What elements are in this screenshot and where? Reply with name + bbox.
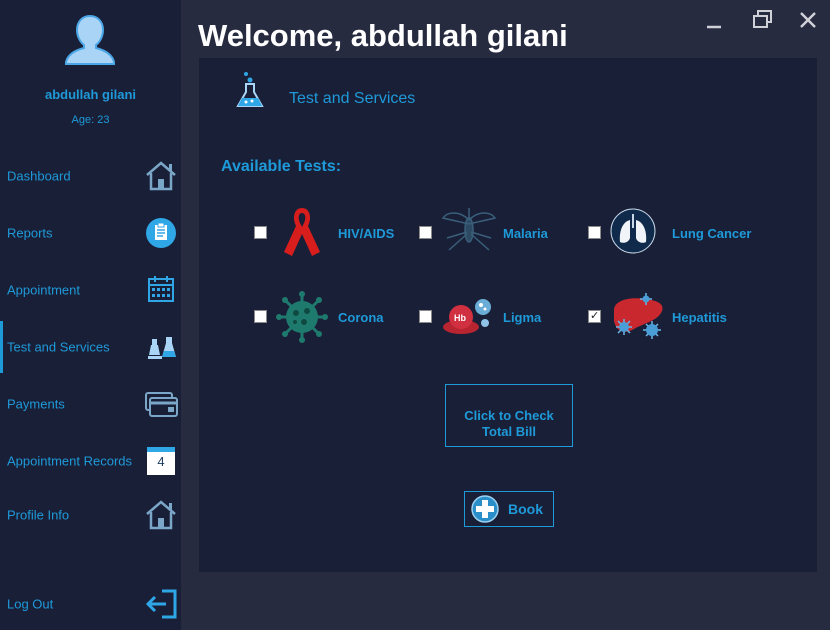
sidebar-item-label: Appointment Records [7,453,133,469]
lab-flask-icon [148,337,176,359]
clipboard-icon [146,218,176,248]
calendar-icon [148,276,174,302]
sidebar-item-label: Dashboard [7,168,71,184]
sidebar-item-label: Test and Services [7,339,110,355]
minimize-icon[interactable] [700,6,728,34]
test-name-hiv: HIV/AIDS [338,226,395,241]
lab-flask-icon [236,72,264,107]
sidebar-item-reports[interactable]: Reports [0,207,181,259]
sidebar-item-profile-info[interactable]: Profile Info [0,489,181,541]
checkbox-malaria[interactable] [419,226,432,239]
calendar-page-number: 4 [157,454,165,469]
section-title: Test and Services [289,90,416,107]
home-icon [146,500,176,530]
logout-button[interactable]: Log Out [0,578,181,630]
checkbox-lung-cancer[interactable] [588,226,601,239]
page-title: Welcome, abdullah gilani [198,18,568,53]
checkbox-hiv[interactable] [254,226,267,239]
sidebar-item-appointment-records[interactable]: Appointment Records 4 [0,435,181,487]
sidebar-item-label: Reports [7,225,53,241]
liver-icon [614,293,663,339]
sidebar-item-label: Payments [7,396,65,412]
checkbox-hepatitis[interactable]: ✓ [588,310,601,323]
sidebar-item-payments[interactable]: Payments [0,378,181,430]
book-button-label: Book [508,501,543,517]
checkbox-corona[interactable] [254,310,267,323]
test-name-hepatitis: Hepatitis [672,310,727,325]
restore-icon[interactable] [749,6,777,34]
calendar-page-icon: 4 [147,447,175,475]
home-icon [146,161,176,191]
bill-button-line2: Total Bill [482,423,536,439]
checkbox-ligma[interactable] [419,310,432,323]
logout-label: Log Out [7,596,54,612]
test-services-panel: Test and Services Available Tests: HIV/A… [199,58,817,572]
user-avatar-icon [65,14,115,65]
sidebar-item-appointment[interactable]: Appointment [0,264,181,316]
credit-card-icon [145,392,178,417]
mosquito-icon [441,208,497,251]
blood-cell-icon: Hb [443,299,491,334]
user-age: Age: 23 [71,114,110,126]
logout-icon [145,589,177,619]
sidebar-item-test-and-services[interactable]: Test and Services [0,321,181,373]
red-ribbon-icon [284,208,320,256]
sidebar-item-label: Profile Info [7,507,70,523]
bill-button-line1: Click to Check [464,407,554,423]
available-tests-label: Available Tests: [221,158,342,175]
test-name-lung-cancer: Lung Cancer [672,226,752,241]
test-name-malaria: Malaria [503,226,548,241]
user-name: abdullah gilani [44,87,136,102]
test-name-corona: Corona [338,310,384,325]
sidebar-item-dashboard[interactable]: Dashboard [0,150,181,202]
check-total-bill-button[interactable]: Click to Check Total Bill [445,384,573,447]
book-button[interactable]: Book [464,491,554,527]
lungs-icon [610,208,656,254]
virus-icon [276,291,328,343]
sidebar: abdullah gilani Age: 23 Dashboard Report… [0,0,181,630]
sidebar-item-label: Appointment [7,282,80,298]
hb-label: Hb [454,313,466,323]
test-name-ligma: Ligma [503,310,542,325]
plus-circle-icon [471,495,499,523]
close-icon[interactable] [794,6,822,34]
